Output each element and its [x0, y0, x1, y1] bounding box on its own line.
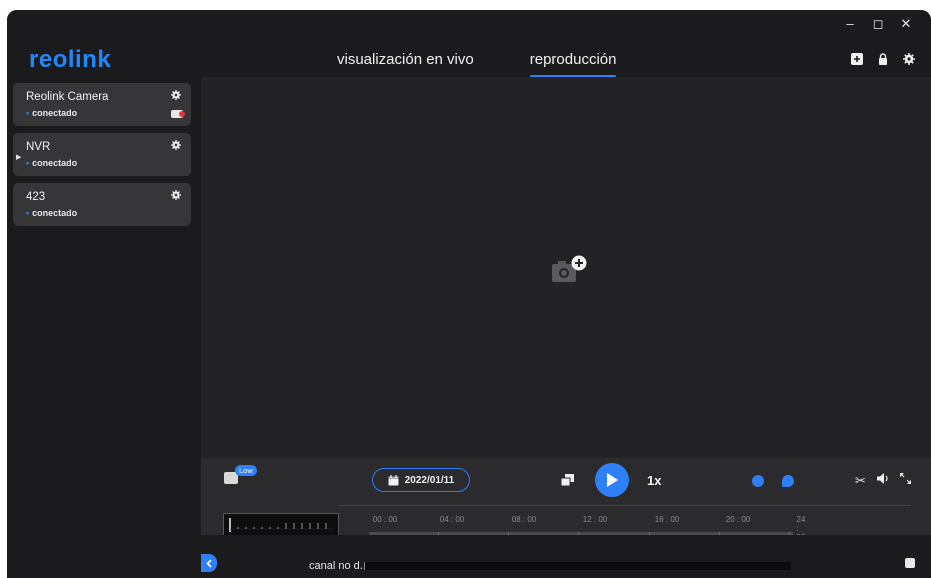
device-settings-icon[interactable] — [171, 90, 181, 103]
play-icon — [607, 473, 618, 487]
main-nav: visualización en vivo reproducción — [337, 51, 616, 78]
multi-window-icon[interactable] — [560, 474, 574, 489]
channel-bar-area: canal no d... — [201, 535, 931, 578]
collapse-sidebar-button[interactable] — [201, 554, 217, 572]
timeline-label: 20 : 00 — [725, 515, 751, 524]
download-icon[interactable] — [905, 558, 915, 568]
device-name: 423 — [26, 191, 46, 203]
tab-live-view[interactable]: visualización en vivo — [337, 51, 474, 74]
filter-icon[interactable] — [782, 475, 794, 487]
recording-icon — [171, 110, 185, 118]
add-camera-icon[interactable] — [552, 255, 588, 285]
device-sidebar: Reolink Camera conectado ▶ NVR conectado… — [7, 77, 201, 578]
device-item-reolink-camera[interactable]: Reolink Camera conectado — [13, 83, 191, 126]
minimize-button[interactable]: – — [843, 16, 857, 32]
timeline-label: 04 : 00 — [439, 515, 465, 524]
window-controls: – ◻ ✕ — [843, 16, 913, 32]
video-area — [201, 77, 931, 458]
device-name: Reolink Camera — [26, 91, 109, 103]
clock-icon[interactable] — [752, 475, 764, 487]
close-button[interactable]: ✕ — [899, 16, 913, 32]
device-item-423[interactable]: 423 conectado — [13, 183, 191, 226]
device-status: conectado — [26, 208, 77, 218]
date-picker-button[interactable]: 2022/01/11 — [372, 468, 470, 492]
calendar-icon — [388, 474, 399, 485]
device-status: conectado — [26, 158, 77, 168]
reolink-logo: reolink — [29, 46, 112, 73]
device-settings-icon[interactable] — [171, 190, 181, 203]
scissors-icon[interactable]: ✂ — [855, 473, 866, 489]
timeline-label: 16 : 00 — [654, 515, 680, 524]
channel-label: canal no d... — [309, 560, 369, 572]
tab-playback[interactable]: reproducción — [529, 51, 616, 78]
volume-icon[interactable] — [877, 473, 890, 487]
device-settings-icon[interactable] — [171, 140, 181, 153]
timeline-zoom-scale[interactable] — [223, 513, 339, 536]
top-bar: – ◻ ✕ reolink visualización en vivo repr… — [7, 10, 931, 78]
channel-recording-bar[interactable] — [364, 562, 791, 570]
expand-caret-icon[interactable]: ▶ — [16, 153, 21, 161]
app-window: – ◻ ✕ reolink visualización en vivo repr… — [7, 10, 931, 578]
fullscreen-icon[interactable] — [900, 473, 911, 487]
controls-divider — [339, 505, 911, 506]
device-item-nvr[interactable]: ▶ NVR conectado — [13, 133, 191, 176]
timeline-label: 00 : 00 — [372, 515, 398, 524]
lock-icon[interactable] — [877, 53, 889, 65]
maximize-button[interactable]: ◻ — [871, 16, 885, 32]
timeline-label: 08 : 00 — [511, 515, 537, 524]
device-status: conectado — [26, 108, 77, 118]
timeline-label: 12 : 00 — [582, 515, 608, 524]
playback-controls: Low 2022/01/11 1x ✂ 00: 00 04: 00 08:… — [201, 458, 931, 542]
chevron-left-icon — [206, 558, 212, 568]
date-label: 2022/01/11 — [404, 474, 455, 486]
gear-icon[interactable] — [903, 53, 915, 65]
timeline-labels: 00 : 00 04 : 00 08 : 00 12 : 00 16 : 00 … — [369, 515, 806, 542]
play-button[interactable] — [595, 463, 629, 497]
playback-speed[interactable]: 1x — [647, 473, 661, 488]
stream-quality-badge: Low — [235, 465, 257, 476]
add-icon[interactable] — [851, 53, 863, 65]
header-actions — [851, 53, 915, 65]
device-name: NVR — [26, 141, 51, 153]
